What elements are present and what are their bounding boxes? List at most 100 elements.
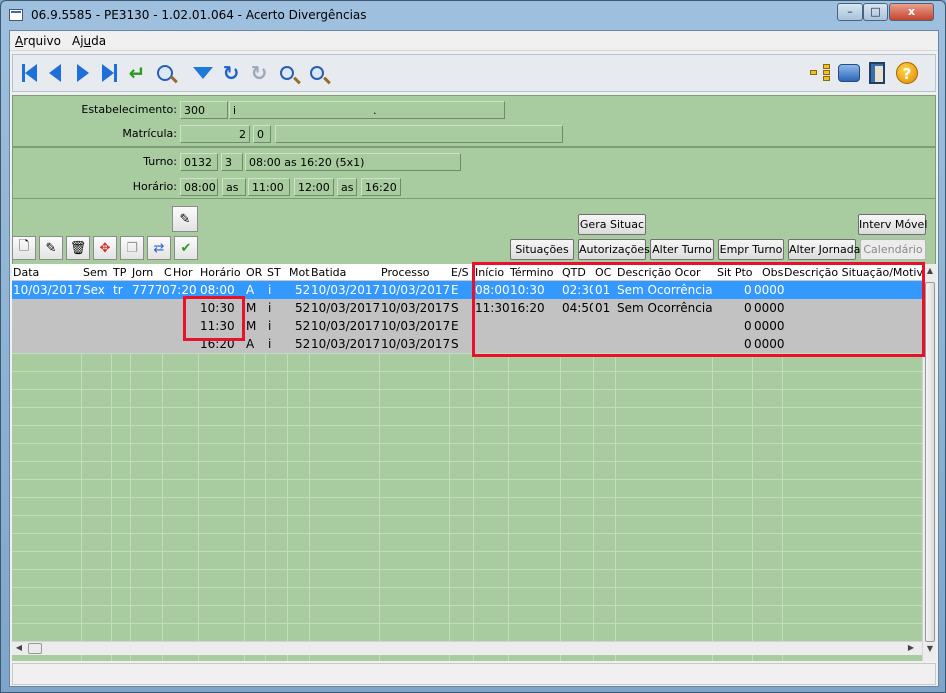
last-record-icon[interactable] xyxy=(97,61,121,85)
horario-label: Horário: xyxy=(132,180,177,193)
col-st[interactable]: ST xyxy=(267,266,281,279)
check-icon[interactable]: ✔ xyxy=(174,236,198,260)
cell-st: i xyxy=(268,337,272,351)
menu-arquivo[interactable]: Arquivo xyxy=(15,34,61,48)
estabelecimento-code-field[interactable]: 300 xyxy=(180,101,228,119)
turno-code-field[interactable]: 0132 xyxy=(180,153,218,171)
gera-situac-button[interactable]: Gera Situac xyxy=(578,214,646,235)
cell-es: S xyxy=(451,301,459,315)
employee-name-field[interactable] xyxy=(275,125,563,143)
cell-or: A xyxy=(246,337,255,351)
col-batida[interactable]: Batida xyxy=(311,266,346,279)
cell-mot: 52 xyxy=(295,319,311,333)
horizontal-scrollbar[interactable]: ◀ ▶ xyxy=(12,641,922,655)
turno-seq-field[interactable]: 3 xyxy=(221,153,243,171)
estabelecimento-desc-field[interactable]: i. xyxy=(229,101,505,119)
col-horario[interactable]: Horário xyxy=(200,266,241,279)
cell-or: M xyxy=(246,319,257,333)
situacoes-button[interactable]: Situações xyxy=(510,239,574,260)
grid-toolbar: 🗋 ✎ 🗑 ✥ ❐ ⇄ ✔ xyxy=(12,236,202,260)
zoom-out-icon[interactable] xyxy=(275,61,299,85)
edit-record-icon[interactable]: ✎ xyxy=(39,236,63,260)
cell-jorn: 7777 xyxy=(132,283,163,297)
scroll-thumb[interactable] xyxy=(925,282,935,642)
sync-icon[interactable]: ⇄ xyxy=(147,236,171,260)
redo-icon[interactable]: ↻ xyxy=(247,61,271,85)
horario-break-start-field[interactable]: 11:00 xyxy=(248,178,290,196)
zoom-in-icon[interactable] xyxy=(305,61,329,85)
grid-line xyxy=(12,515,922,516)
scroll-down-icon[interactable]: ▼ xyxy=(925,644,935,653)
minimize-button[interactable]: – xyxy=(837,3,863,21)
col-sem[interactable]: Sem xyxy=(83,266,107,279)
tree-icon[interactable] xyxy=(809,61,833,85)
move-icon[interactable]: ✥ xyxy=(93,236,117,260)
col-hor[interactable]: Hor xyxy=(173,266,193,279)
confirm-icon[interactable]: ↵ xyxy=(125,61,149,85)
grid-line xyxy=(12,587,922,588)
grid-line xyxy=(12,371,922,372)
empr-turno-button[interactable]: Empr Turno xyxy=(718,239,784,260)
col-tp[interactable]: TP xyxy=(113,266,126,279)
filter-icon[interactable] xyxy=(191,61,215,85)
view-icon[interactable] xyxy=(153,61,177,85)
cell-batida: 10/03/2017 xyxy=(311,337,381,351)
scroll-left-icon[interactable]: ◀ xyxy=(14,643,24,652)
cell-processo: 10/03/2017 xyxy=(381,319,451,333)
print-icon[interactable] xyxy=(837,61,861,85)
interv-movel-button[interactable]: Interv Móvel xyxy=(858,214,927,235)
col-processo[interactable]: Processo xyxy=(381,266,429,279)
exit-icon[interactable] xyxy=(865,61,889,85)
status-bar xyxy=(12,663,936,685)
delete-icon[interactable]: 🗑 xyxy=(66,236,90,260)
scroll-up-icon[interactable]: ▲ xyxy=(925,266,935,275)
cell-st: i xyxy=(268,319,272,333)
next-record-icon[interactable] xyxy=(71,61,95,85)
highlight-box-horario xyxy=(183,296,245,341)
col-c[interactable]: C xyxy=(164,266,172,279)
maximize-button[interactable]: □ xyxy=(863,3,888,21)
col-mot[interactable]: Mot xyxy=(289,266,310,279)
close-button[interactable]: x xyxy=(889,3,934,21)
refresh-icon[interactable]: ↻ xyxy=(219,61,243,85)
copy-icon[interactable]: ❐ xyxy=(120,236,144,260)
turno-desc-field[interactable]: 08:00 as 16:20 (5x1) xyxy=(245,153,461,171)
cell-or: M xyxy=(246,301,257,315)
scroll-right-icon[interactable]: ▶ xyxy=(906,643,916,652)
matricula-digit-field[interactable]: 0 xyxy=(253,125,271,143)
matricula-label: Matrícula: xyxy=(122,127,177,140)
col-or[interactable]: OR xyxy=(246,266,262,279)
col-es[interactable]: E/S xyxy=(451,266,469,279)
alter-turno-button[interactable]: Alter Turno xyxy=(650,239,714,260)
alter-jornada-button[interactable]: Alter Jornada xyxy=(788,239,860,260)
cell-or: A xyxy=(246,283,255,297)
horario-end-field[interactable]: 16:20 xyxy=(361,178,401,196)
menu-accelerator: u xyxy=(83,34,92,48)
grid-line xyxy=(12,461,922,462)
menu-label-prefix: Aj xyxy=(72,34,84,48)
prev-record-icon[interactable] xyxy=(43,61,67,85)
calendario-button: Calendário xyxy=(860,239,926,260)
cell-es: E xyxy=(451,319,459,333)
grid-line xyxy=(12,425,922,426)
horario-start-field[interactable]: 08:00 xyxy=(180,178,218,196)
help-icon[interactable]: ? xyxy=(895,61,919,85)
menu-ajuda[interactable]: Ajuda xyxy=(72,34,106,48)
cell-st: i xyxy=(268,283,272,297)
menu-bar: Arquivo Ajuda xyxy=(10,31,938,51)
scroll-thumb-horizontal[interactable] xyxy=(28,643,42,654)
matricula-field[interactable]: 2 xyxy=(180,125,250,143)
grid-line xyxy=(12,407,922,408)
grid-line xyxy=(12,443,922,444)
new-record-icon[interactable]: 🗋 xyxy=(12,236,36,260)
grid-line xyxy=(12,533,922,534)
cell-batida: 10/03/2017 xyxy=(311,301,381,315)
cell-mot: 52 xyxy=(295,283,311,297)
first-record-icon[interactable] xyxy=(17,61,41,85)
horario-break-end-field[interactable]: 12:00 xyxy=(294,178,334,196)
autorizacoes-button[interactable]: Autorizações xyxy=(578,239,650,260)
col-jorn[interactable]: Jorn xyxy=(132,266,153,279)
edit-note-icon[interactable]: ✎ xyxy=(172,206,198,232)
grid-line xyxy=(12,551,922,552)
col-data[interactable]: Data xyxy=(13,266,39,279)
